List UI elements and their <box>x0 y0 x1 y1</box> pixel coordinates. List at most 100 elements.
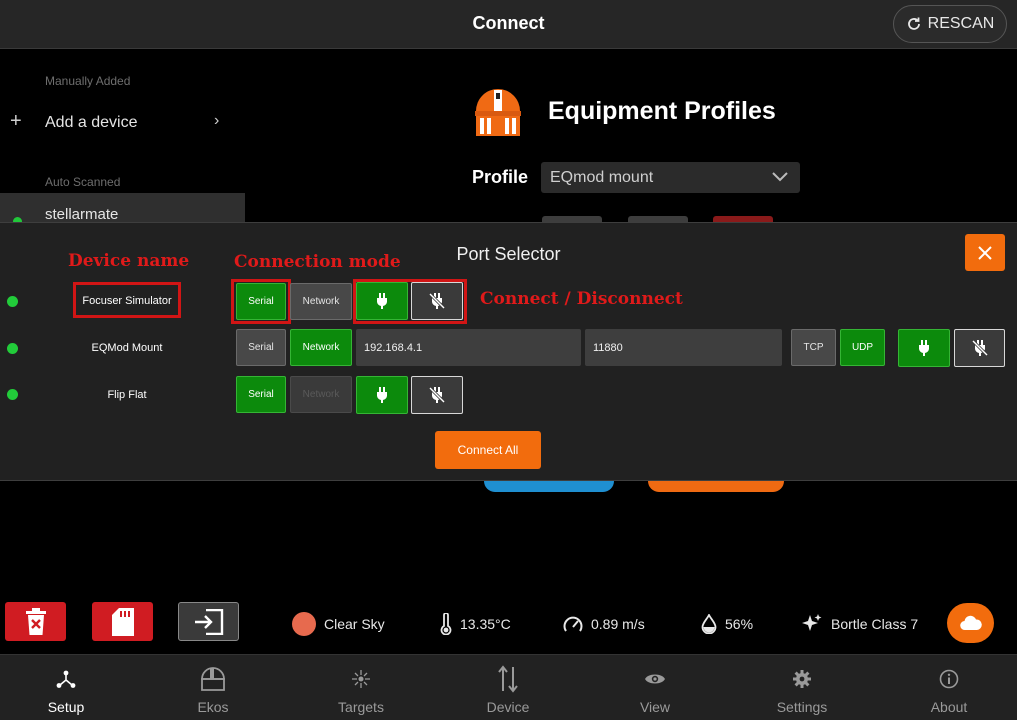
observatory-icon <box>475 89 521 136</box>
targets-icon <box>352 670 370 688</box>
exit-button[interactable] <box>178 602 239 641</box>
nav-about[interactable]: About <box>899 655 999 720</box>
sky-status-dot <box>292 612 316 636</box>
bottom-nav: Setup Ekos Targets Device View Settings … <box>0 654 1017 720</box>
network-mode-button: Network <box>290 376 352 413</box>
annotation-device-name: Device name <box>68 251 190 271</box>
udp-button[interactable]: UDP <box>840 329 885 366</box>
exit-icon <box>194 608 223 635</box>
serial-mode-button[interactable]: Serial <box>236 376 286 413</box>
serial-mode-button[interactable]: Serial <box>236 329 286 366</box>
add-device-label: Add a device <box>45 114 138 131</box>
nav-label: Device <box>486 699 530 715</box>
nav-setup[interactable]: Setup <box>16 655 116 720</box>
nav-label: About <box>930 699 968 715</box>
rescan-button[interactable]: RESCAN <box>893 5 1007 43</box>
humidity-label: 56% <box>725 616 754 632</box>
manual-heading: Manually Added <box>45 74 131 88</box>
nav-label: Ekos <box>197 699 229 715</box>
add-device-item[interactable]: + Add a device › <box>0 102 245 142</box>
device-status-dot <box>7 389 18 400</box>
annotation-connection-mode: Connection mode <box>234 252 401 272</box>
sky-condition: Clear Sky <box>292 612 385 636</box>
bortle-class: Bortle Class 7 <box>801 612 918 636</box>
device-name: Focuser Simulator <box>82 295 172 307</box>
top-bar: Connect RESCAN <box>0 0 1017 49</box>
disconnect-button[interactable] <box>954 329 1005 367</box>
device-name: Flip Flat <box>107 389 147 401</box>
profile-label: Profile <box>472 167 529 187</box>
plug-off-icon <box>429 387 445 403</box>
background-button-blue[interactable] <box>484 481 614 492</box>
annotation-connect-disconnect: Connect / Disconnect <box>480 289 683 309</box>
scanned-device-label: stellarmate <box>45 206 119 223</box>
gear-icon <box>793 670 811 688</box>
tcp-button[interactable]: TCP <box>791 329 836 366</box>
rescan-label: RESCAN <box>927 15 995 32</box>
refresh-icon <box>907 17 920 30</box>
sparkle-icon <box>802 614 822 631</box>
background-button-orange[interactable] <box>648 481 784 492</box>
delete-button[interactable] <box>5 602 66 641</box>
cloud-icon <box>959 615 982 631</box>
info-icon <box>939 669 959 689</box>
chevron-right-icon: › <box>214 112 220 129</box>
plug-off-icon <box>429 293 445 309</box>
device-name: EQMod Mount <box>91 342 163 354</box>
port-selector-dialog: Port Selector Device name Connection mod… <box>0 222 1017 481</box>
temperature: 13.35°C <box>440 612 511 636</box>
network-mode-button[interactable]: Network <box>290 329 352 366</box>
auto-heading: Auto Scanned <box>45 175 121 189</box>
setup-icon <box>56 670 76 688</box>
connect-all-button[interactable]: Connect All <box>435 431 541 469</box>
plug-icon <box>377 293 387 309</box>
connect-button[interactable] <box>356 282 408 320</box>
connect-button[interactable] <box>898 329 950 367</box>
cloud-button[interactable] <box>947 603 994 643</box>
nav-device[interactable]: Device <box>458 655 558 720</box>
device-status-dot <box>7 296 18 307</box>
water-drop-icon <box>701 614 717 634</box>
close-icon <box>978 245 992 260</box>
eye-icon <box>645 674 665 684</box>
nav-settings[interactable]: Settings <box>752 655 852 720</box>
device-sidebar: Manually Added + Add a device › Auto Sca… <box>0 50 245 226</box>
wind-speed: 0.89 m/s <box>563 612 645 636</box>
sky-label: Clear Sky <box>324 616 385 632</box>
nav-targets[interactable]: Targets <box>311 655 411 720</box>
disconnect-button[interactable] <box>411 282 463 320</box>
network-mode-button[interactable]: Network <box>290 283 352 320</box>
bortle-label: Bortle Class 7 <box>831 616 919 632</box>
plug-icon <box>919 340 929 356</box>
close-button[interactable] <box>965 234 1005 271</box>
humidity: 56% <box>701 612 753 636</box>
sd-card-button[interactable] <box>92 602 153 641</box>
thermometer-icon <box>440 613 452 635</box>
speedometer-icon <box>563 616 583 632</box>
port-field[interactable]: 11880 <box>585 329 782 366</box>
plug-icon <box>377 387 387 403</box>
wind-label: 0.89 m/s <box>591 616 645 632</box>
nav-label: Setup <box>47 699 85 715</box>
address-field[interactable]: 192.168.4.1 <box>356 329 581 366</box>
device-arrows-icon <box>498 665 518 693</box>
page-title: Connect <box>472 13 545 33</box>
device-status-dot <box>7 343 18 354</box>
nav-label: View <box>639 699 671 715</box>
equipment-profiles-title: Equipment Profiles <box>548 97 776 125</box>
serial-mode-button[interactable]: Serial <box>236 283 286 320</box>
trash-icon <box>25 607 46 635</box>
disconnect-button[interactable] <box>411 376 463 414</box>
chevron-down-icon <box>772 172 788 182</box>
nav-view[interactable]: View <box>605 655 705 720</box>
scanned-device-item[interactable]: stellarmate <box>0 193 245 226</box>
plug-off-icon <box>971 340 988 356</box>
sd-card-icon <box>111 607 134 636</box>
nav-ekos[interactable]: Ekos <box>163 655 263 720</box>
nav-label: Targets <box>338 699 384 715</box>
connect-button[interactable] <box>356 376 408 414</box>
profile-select[interactable]: EQmod mount <box>541 162 800 193</box>
plus-icon: + <box>10 110 22 132</box>
observatory-icon <box>201 667 225 691</box>
temperature-label: 13.35°C <box>460 616 511 632</box>
